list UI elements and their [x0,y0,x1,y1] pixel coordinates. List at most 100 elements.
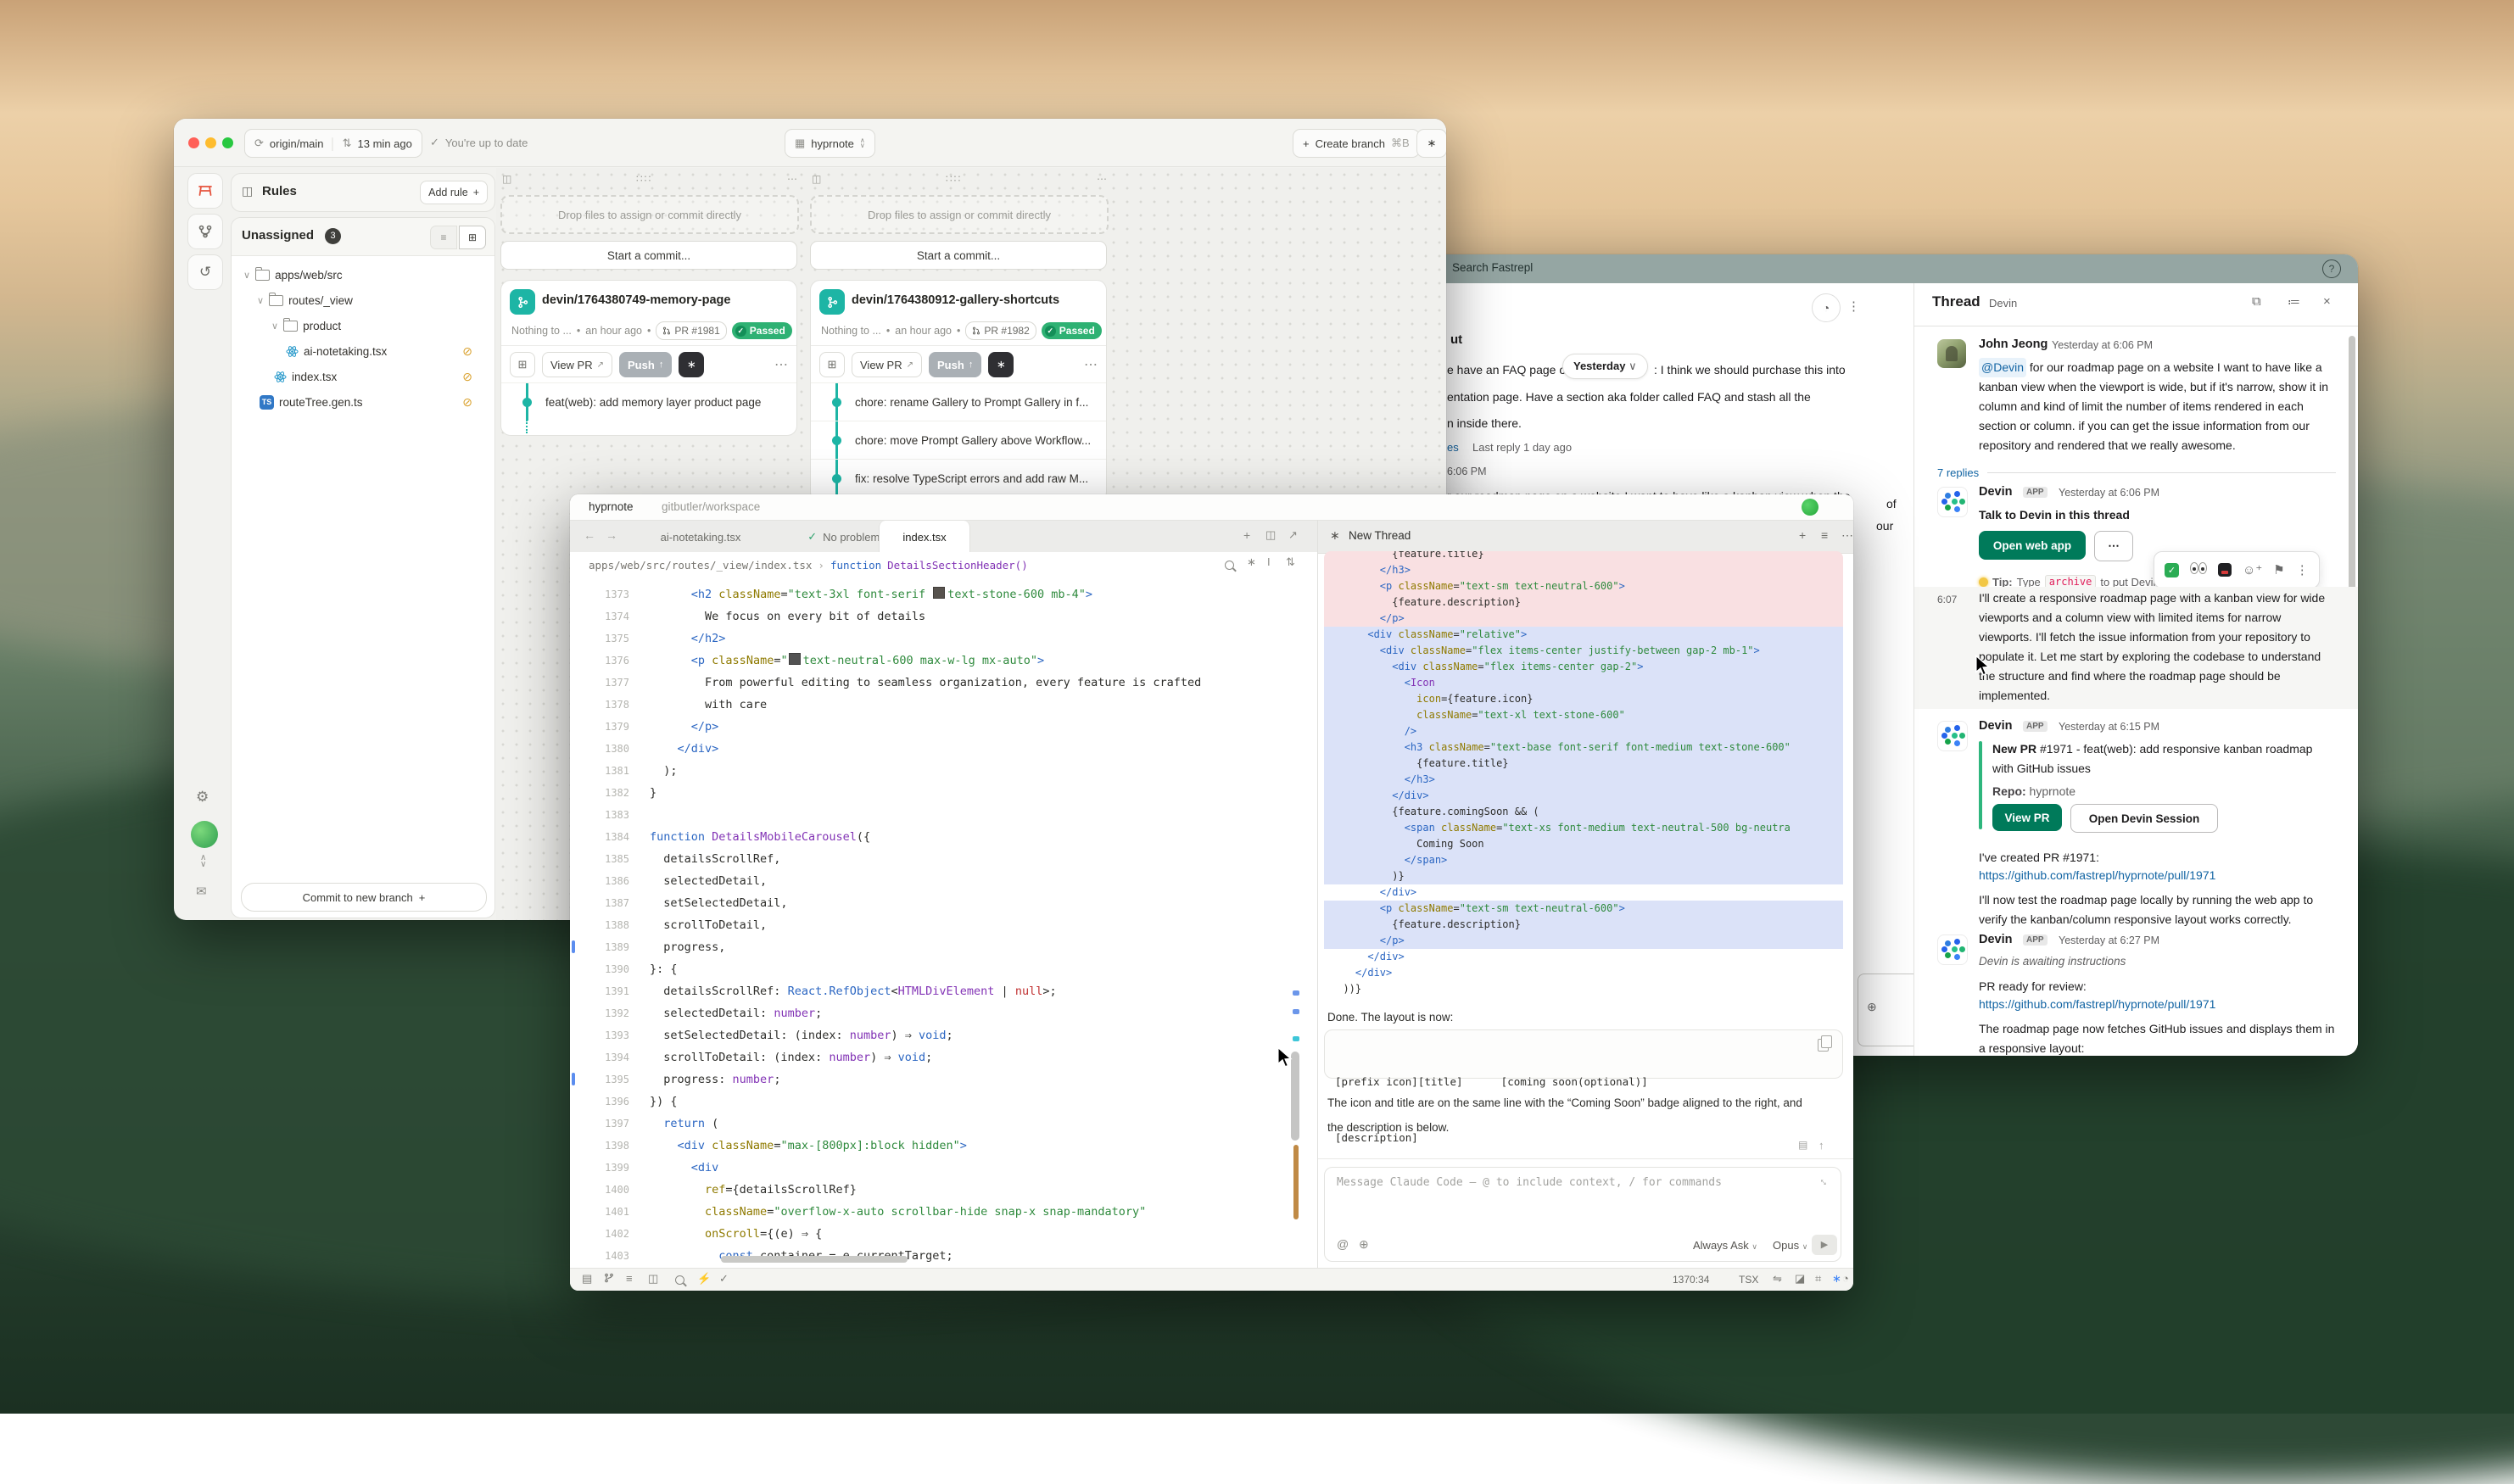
commit-icon-button[interactable]: ⊞ [819,352,845,377]
start-commit-button[interactable]: Start a commit... [810,241,1107,270]
send-button[interactable]: ▶ [1812,1235,1837,1255]
add-reaction-icon[interactable]: ☺⁺ [2243,562,2262,577]
git-branch-icon[interactable] [604,1272,614,1285]
collab-icon[interactable]: ◫ [648,1272,658,1286]
target-icon[interactable]: ⊕ [1359,1237,1369,1252]
base-branch-pill[interactable]: ⟳ origin/main │ ⇅ 13 min ago [244,129,422,158]
collapse-lane-icon[interactable]: ◫ [812,173,821,185]
tab-index-tsx[interactable]: index.tsx [879,521,970,553]
list-view-toggle[interactable]: ≡ [430,226,457,249]
tab-ai-notetaking[interactable]: ai-notetaking.tsx [626,521,775,553]
branches-view-icon[interactable] [187,214,223,249]
permission-mode-select[interactable]: Always Ask ∨ [1693,1239,1757,1252]
push-button[interactable]: Push↑ [619,352,672,377]
gitbutler-logo-icon[interactable] [187,173,223,209]
tree-folder-product[interactable]: ∨ product [271,313,341,338]
terminal-panel-icon[interactable]: ◪ [1795,1272,1805,1286]
markdown-file-icon[interactable]: ▤ [1798,1139,1807,1151]
bookmark-icon[interactable]: ⚑ [2273,562,2284,577]
date-divider-pill[interactable]: Yesterday ∨ [1562,354,1648,379]
user-avatar[interactable] [191,821,218,848]
tree-folder-apps-web-src[interactable]: ∨ apps/web/src [243,262,343,287]
thread-menu-icon[interactable]: ⋯ [1841,528,1853,543]
view-pr-button[interactable]: View PR↗ [852,352,922,377]
close-traffic-light[interactable] [188,137,199,148]
search-icon[interactable] [1225,561,1234,570]
pr-chip[interactable]: PR #1982 [965,321,1036,340]
tree-file-ai-notetaking[interactable]: ai-notetaking.tsx ⊘ [286,338,484,364]
ci-passed-badge[interactable]: ✓Passed [1042,322,1102,339]
more-actions-icon[interactable]: ⋮ [2296,562,2309,577]
lane-menu-icon[interactable]: ⋯ [1097,173,1107,185]
copy-icon[interactable] [1818,1039,1829,1052]
avatar[interactable] [1937,339,1966,368]
kebab-icon[interactable]: ⋮ [1847,298,1860,314]
view-pr-button[interactable]: View PR↗ [542,352,612,377]
nav-forward-icon[interactable]: → [606,528,617,542]
commit-row[interactable]: fix: resolve TypeScript errors and add r… [811,459,1106,497]
pane-divider[interactable] [1317,520,1318,1269]
message-author[interactable]: Devin [1979,485,2013,499]
open-web-app-button[interactable]: Open web app [1979,531,2086,560]
collapse-rail-icon[interactable]: ∧∨ [200,855,206,868]
assistant-input[interactable]: Message Claude Code — @ to include conte… [1324,1167,1841,1262]
fold-icon[interactable]: ⇋ [1773,1272,1782,1286]
eyes-emoji-icon[interactable] [2190,562,2207,578]
project-switcher[interactable]: ▦ hyprnote ∧∨ [785,129,875,158]
add-rule-button[interactable]: Add rule+ [420,181,488,204]
breadcrumb-symbol[interactable]: DetailsSectionHeader() [887,559,1028,572]
custom-emoji-icon[interactable] [2218,563,2232,577]
card-menu-icon[interactable]: ⋯ [1084,356,1098,373]
reaction-toolbar[interactable]: ✓ ☺⁺ ⚑ ⋮ [2154,551,2320,589]
lane-menu-icon[interactable]: ⋯ [787,173,797,185]
search-status-icon[interactable] [675,1275,684,1285]
commit-to-new-branch-button[interactable]: Commit to new branch+ [241,883,487,912]
model-select[interactable]: Opus ∨ [1773,1239,1807,1252]
breadcrumb[interactable]: apps/web/src/routes/_view/index.tsx › fu… [570,552,1317,577]
cursor-icon[interactable]: I [1267,555,1271,568]
checklist-icon[interactable]: ≔ [2288,294,2300,310]
create-branch-button[interactable]: + Create branch ⌘B [1293,129,1420,158]
diagnostics-check-icon[interactable]: ✓ [719,1272,729,1286]
tree-file-index[interactable]: index.tsx ⊘ [274,364,484,389]
drag-handle-icon[interactable]: ∷∷ [636,173,652,185]
more-options-button[interactable]: ⋯ [2094,531,2133,561]
mention-context-icon[interactable]: @ [1337,1237,1349,1251]
outline-icon[interactable]: ≡ [626,1272,633,1285]
check-emoji-icon[interactable]: ✓ [2165,563,2179,577]
ci-passed-badge[interactable]: ✓Passed [732,322,792,339]
expand-input-icon[interactable]: ↔ [1817,1173,1834,1190]
notification-bell-icon[interactable]: ◔ [1842,1272,1849,1285]
minimize-traffic-light[interactable] [205,137,216,148]
collapse-lane-icon[interactable]: ◫ [502,173,511,185]
replies-divider[interactable]: 7 replies [1937,466,2336,479]
expand-icon[interactable]: ↗ [1288,528,1298,542]
devin-logo-avatar[interactable] [1937,934,1968,965]
nav-back-icon[interactable]: ← [584,528,595,542]
branch-name[interactable]: devin/1764380749-memory-page [542,293,730,307]
devin-logo-avatar[interactable] [1937,721,1968,751]
zoom-traffic-light[interactable] [222,137,233,148]
commit-icon-button[interactable]: ⊞ [510,352,535,377]
drop-files-zone[interactable]: Drop files to assign or commit directly [810,195,1109,234]
quick-actions-icon[interactable]: ⚡ [697,1272,711,1286]
language-mode[interactable]: TSX [1739,1274,1758,1286]
close-icon[interactable]: × [2323,294,2331,309]
new-tab-icon[interactable]: + [1243,528,1250,542]
pr-chip[interactable]: PR #1981 [656,321,726,340]
sort-icon[interactable]: ⇅ [1286,555,1295,569]
replies-count[interactable]: 7 replies [1937,466,1979,479]
debug-icon[interactable]: ⌗ [1815,1272,1821,1286]
tree-file-routetree[interactable]: TS routeTree.gen.ts ⊘ [260,389,484,415]
start-commit-button[interactable]: Start a commit... [500,241,797,270]
help-icon[interactable]: ? [2322,259,2341,278]
ai-actions-button[interactable]: ∗ [1416,129,1446,158]
tree-view-toggle[interactable]: ⊞ [459,226,486,249]
open-devin-session-button[interactable]: Open Devin Session [2070,804,2218,833]
feedback-mail-icon[interactable]: ✉ [196,884,207,899]
horizontal-scrollbar-thumb[interactable] [721,1256,908,1263]
message-hover-row[interactable]: 6:07 I'll create a responsive roadmap pa… [1914,587,2358,709]
split-pane-icon[interactable]: ◫ [1265,528,1276,542]
project-panel-icon[interactable]: ▤ [582,1272,592,1286]
thread-list-icon[interactable]: ≡ [1821,528,1828,542]
